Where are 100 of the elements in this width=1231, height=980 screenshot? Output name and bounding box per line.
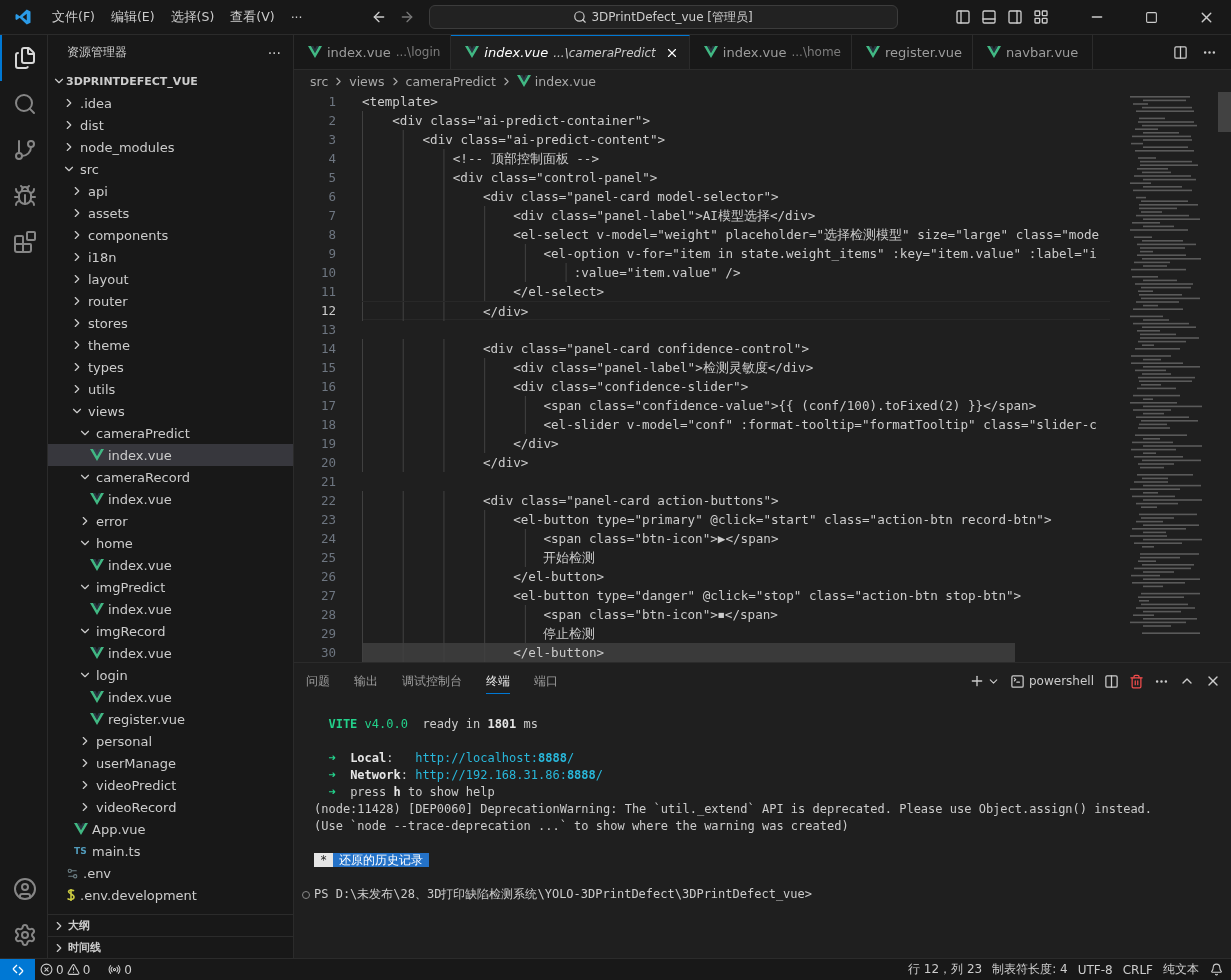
- folder-item[interactable]: router: [48, 290, 293, 312]
- trash-icon[interactable]: [1129, 673, 1144, 689]
- file-item[interactable]: index.vue: [48, 642, 293, 664]
- code-line: <div class="panel-card confidence-control">: [482, 340, 809, 358]
- file-item[interactable]: index.vue: [48, 444, 293, 466]
- breadcrumb-item[interactable]: views: [349, 73, 385, 89]
- secondary-sidebar-icon[interactable]: [1007, 9, 1023, 25]
- folder-item[interactable]: components: [48, 224, 293, 246]
- folder-item[interactable]: layout: [48, 268, 293, 290]
- status-item[interactable]: 行 12，列 23: [903, 961, 988, 978]
- editor-tab[interactable]: navbar.vue: [973, 35, 1093, 69]
- menu-item[interactable]: 文件(F): [44, 8, 103, 26]
- ports-status[interactable]: 0: [103, 962, 137, 977]
- folder-item[interactable]: theme: [48, 334, 293, 356]
- split-terminal-icon[interactable]: [1104, 673, 1119, 689]
- status-item[interactable]: CRLF: [1117, 962, 1158, 977]
- maximize-icon[interactable]: [1145, 10, 1158, 24]
- line-number: 2: [327, 112, 337, 130]
- file-item[interactable]: index.vue: [48, 686, 293, 708]
- problems-status[interactable]: 0 0: [35, 962, 96, 977]
- folder-item[interactable]: utils: [48, 378, 293, 400]
- breadcrumb-item[interactable]: cameraPredict: [405, 73, 496, 89]
- panel-tab[interactable]: 输出: [354, 668, 378, 694]
- editor-tab[interactable]: index.vue ...\home: [689, 35, 852, 69]
- folder-item[interactable]: imgPredict: [48, 576, 293, 598]
- folder-item[interactable]: api: [48, 180, 293, 202]
- status-item[interactable]: 纯文本: [1158, 961, 1204, 978]
- folder-item[interactable]: login: [48, 664, 293, 686]
- folder-item[interactable]: node_modules: [48, 136, 293, 158]
- panel-tab[interactable]: 调试控制台: [402, 668, 462, 694]
- file-item[interactable]: register.vue: [48, 708, 293, 730]
- section-header[interactable]: 大纲: [48, 914, 293, 936]
- menu-item[interactable]: 编辑(E): [102, 8, 163, 26]
- command-center[interactable]: 3DPrintDefect_vue [管理员]: [428, 5, 898, 29]
- terminal-link[interactable]: 8888: [566, 768, 596, 782]
- file-item[interactable]: App.vue: [48, 818, 293, 840]
- split-editor-icon[interactable]: [1173, 44, 1188, 60]
- folder-item[interactable]: videoRecord: [48, 796, 293, 818]
- line-number: 18: [319, 416, 337, 434]
- file-item[interactable]: TS main.ts: [48, 840, 293, 862]
- folder-item[interactable]: cameraPredict: [48, 422, 293, 444]
- file-item[interactable]: index.vue: [48, 598, 293, 620]
- file-item[interactable]: index.vue: [48, 554, 293, 576]
- panel-tab[interactable]: 问题: [306, 668, 330, 694]
- menu-item[interactable]: 查看(V): [222, 8, 283, 26]
- bell-icon[interactable]: [1210, 963, 1223, 976]
- terminal-link[interactable]: /: [566, 751, 575, 765]
- folder-item[interactable]: error: [48, 510, 293, 532]
- folder-item[interactable]: i18n: [48, 246, 293, 268]
- terminal-link[interactable]: http://localhost:: [415, 751, 538, 765]
- vue-icon: [516, 75, 531, 87]
- more-actions[interactable]: ···: [267, 44, 281, 61]
- code-line: <div class="ai-predict-container">: [392, 112, 651, 130]
- terminal-link[interactable]: 8888: [538, 751, 567, 765]
- file-item[interactable]: .env.development: [48, 884, 293, 906]
- folder-item[interactable]: imgRecord: [48, 620, 293, 642]
- vue-icon: [90, 559, 104, 571]
- menu-item[interactable]: ···: [282, 9, 311, 25]
- line-number: 25: [319, 549, 337, 567]
- code-line: </div>: [482, 303, 529, 321]
- folder-item[interactable]: cameraRecord: [48, 466, 293, 488]
- project-header[interactable]: 3DPRINTDEFECT_VUE: [48, 70, 293, 92]
- sidebar-toggle-icon[interactable]: [955, 9, 971, 25]
- folder-item[interactable]: views: [48, 400, 293, 422]
- breadcrumb-item[interactable]: src: [310, 73, 329, 89]
- breadcrumb-item[interactable]: index.vue: [534, 73, 596, 89]
- file-item[interactable]: index.vue: [48, 488, 293, 510]
- warning-count: 0: [82, 962, 91, 977]
- scrollbar-thumb[interactable]: [1218, 92, 1231, 132]
- folder-item[interactable]: .idea: [48, 92, 293, 114]
- editor-tab[interactable]: register.vue: [852, 35, 973, 69]
- folder-item[interactable]: src: [48, 158, 293, 180]
- layout-icon[interactable]: [1033, 9, 1049, 25]
- terminal-link[interactable]: http://192.168.31.86:: [415, 768, 567, 782]
- folder-item[interactable]: assets: [48, 202, 293, 224]
- folder-item[interactable]: dist: [48, 114, 293, 136]
- folder-item[interactable]: personal: [48, 730, 293, 752]
- folder-item[interactable]: videoPredict: [48, 774, 293, 796]
- file-item[interactable]: .env: [48, 862, 293, 884]
- status-item[interactable]: UTF-8: [1072, 962, 1118, 977]
- panel-tab[interactable]: 端口: [534, 668, 558, 694]
- remote-button[interactable]: [0, 958, 35, 980]
- code-line: <div class="panel-label">AI模型选择</div>: [513, 207, 816, 225]
- line-number: 22: [319, 492, 337, 510]
- folder-item[interactable]: userManage: [48, 752, 293, 774]
- menu-item[interactable]: 选择(S): [162, 8, 223, 26]
- line-number: 9: [327, 245, 337, 263]
- vue-icon: [987, 46, 1001, 58]
- vue-icon: [703, 46, 718, 58]
- terminal-link[interactable]: /: [595, 768, 604, 782]
- folder-item[interactable]: home: [48, 532, 293, 554]
- new-terminal-icon[interactable]: [969, 673, 985, 689]
- panel-tab[interactable]: 终端: [486, 668, 510, 694]
- folder-item[interactable]: stores: [48, 312, 293, 334]
- editor-tab[interactable]: index.vue ...\cameraPredict: [451, 35, 690, 69]
- history-badge: 还原的历史记录: [333, 853, 430, 867]
- terminal-selector[interactable]: powershell: [1010, 673, 1094, 689]
- status-item[interactable]: 制表符长度: 4: [987, 961, 1073, 978]
- panel-toggle-icon[interactable]: [981, 9, 997, 25]
- folder-item[interactable]: types: [48, 356, 293, 378]
